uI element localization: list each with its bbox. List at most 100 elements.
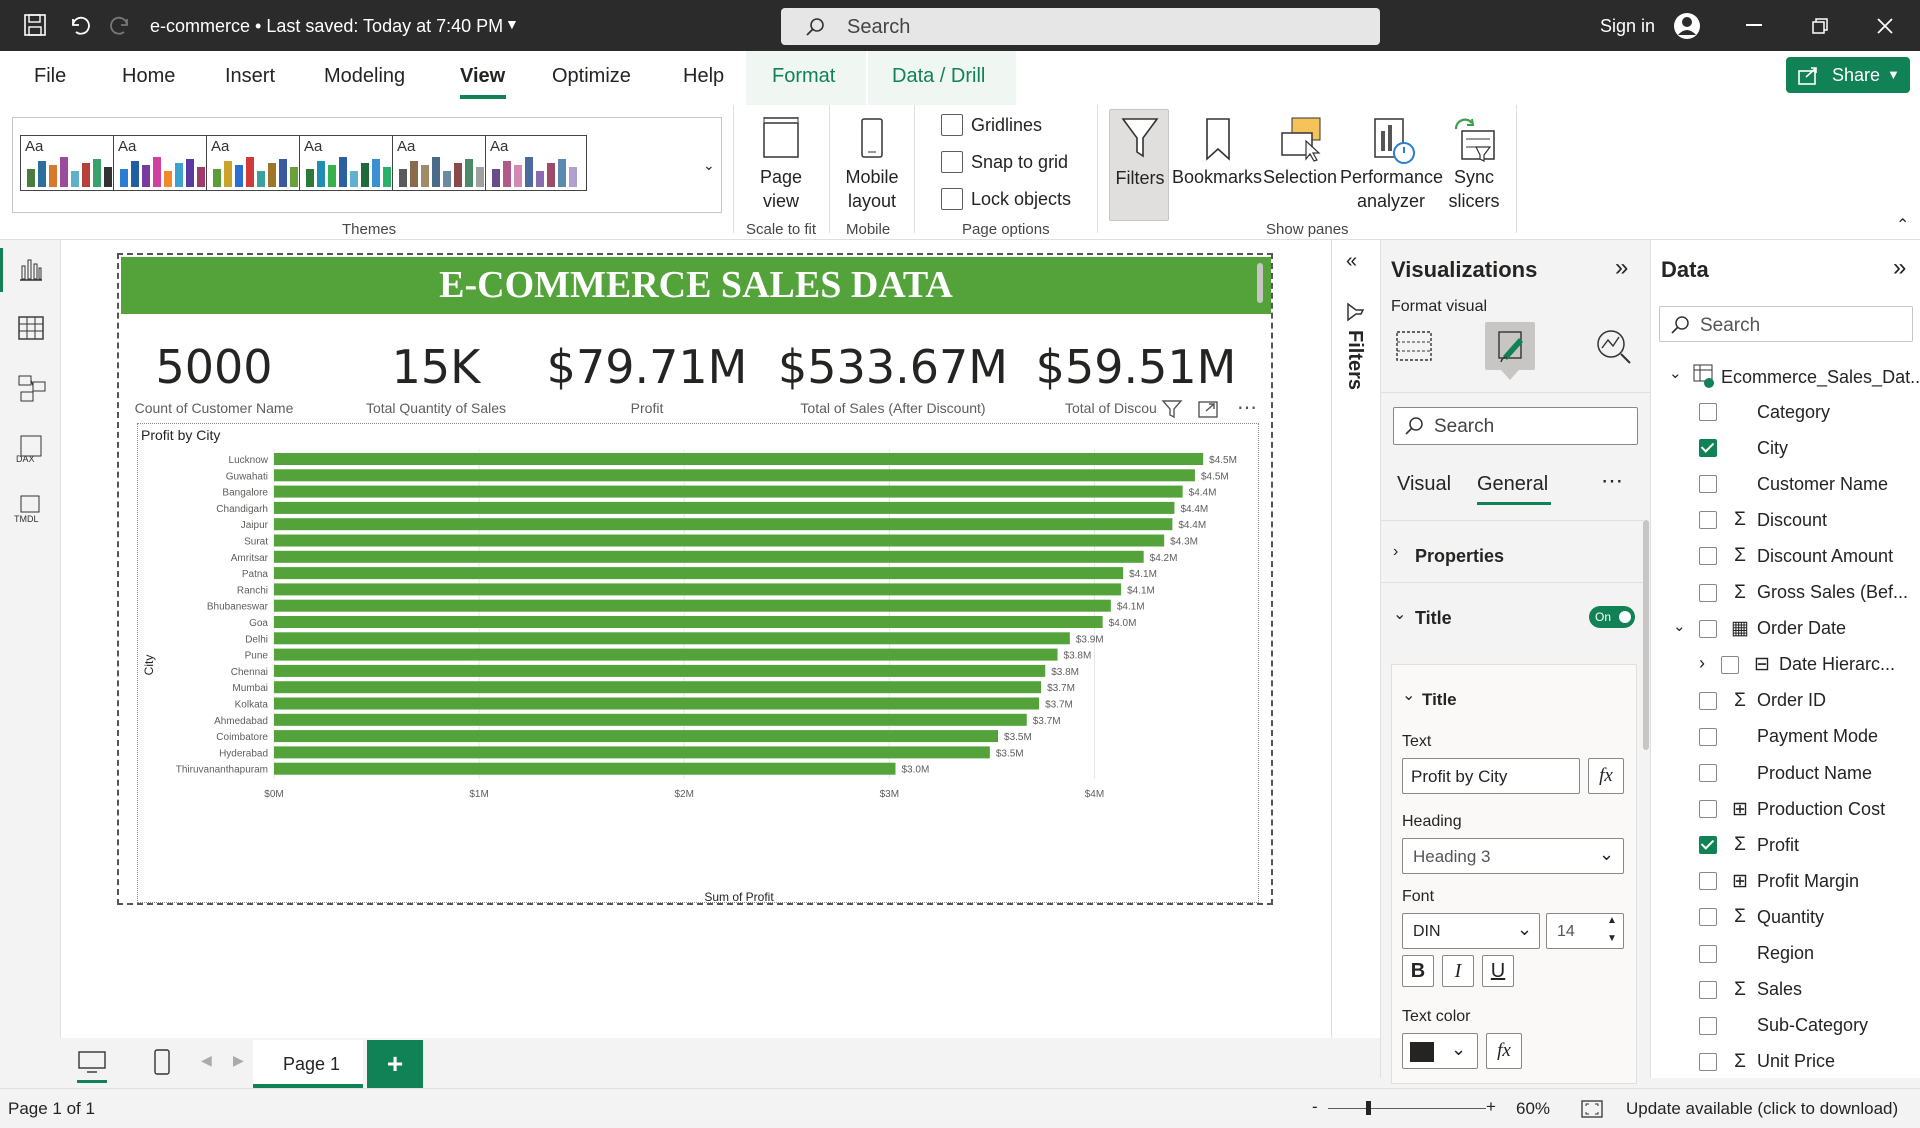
data-field-item[interactable]: Sub-Category — [1699, 1008, 1920, 1044]
desktop-layout-icon[interactable] — [77, 1050, 107, 1074]
redo-icon[interactable] — [110, 14, 132, 36]
kpi-card-customers[interactable]: 5000 Count of Customer Name — [129, 340, 299, 416]
title-text-input[interactable]: Profit by City — [1402, 758, 1580, 794]
data-field-item[interactable]: Σ Discount Amount — [1699, 538, 1920, 574]
chevron-down-icon[interactable]: ⌄ — [1393, 604, 1406, 624]
theme-thumbnail[interactable]: Aa — [113, 135, 215, 191]
scroll-left-icon[interactable]: ◀ — [201, 1052, 212, 1069]
theme-thumbnail[interactable]: Aa — [20, 135, 122, 191]
more-options-icon[interactable]: ⋯ — [1237, 395, 1257, 420]
chart-bar[interactable] — [274, 453, 1204, 465]
filters-pane-button[interactable]: Filters — [1109, 109, 1169, 221]
sync-slicers-button[interactable]: Sync slicers — [1440, 113, 1508, 213]
field-checkbox[interactable] — [1699, 872, 1717, 891]
kpi-card-quantity[interactable]: 15K Total Quantity of Sales — [341, 340, 531, 416]
banner-scroll-handle[interactable] — [1257, 263, 1263, 303]
zoom-in-icon[interactable]: + — [1486, 1097, 1496, 1117]
data-field-item[interactable]: Σ Quantity — [1699, 899, 1920, 935]
chevron-down-icon[interactable]: ▼ — [505, 16, 519, 32]
kpi-card-profit[interactable]: $79.71M Profit — [537, 340, 757, 416]
data-field-item[interactable]: Σ Gross Sales (Bef... — [1699, 575, 1920, 611]
chart-bar[interactable] — [274, 550, 1144, 563]
field-checkbox[interactable] — [1699, 439, 1717, 458]
chart-bar[interactable] — [274, 730, 999, 743]
menu-file[interactable]: File — [34, 65, 66, 88]
tmdl-view-icon[interactable]: TMDL — [13, 494, 47, 524]
data-field-item[interactable]: Σ Unit Price — [1699, 1044, 1920, 1080]
text-color-picker[interactable]: ⌄ — [1402, 1033, 1478, 1069]
chart-bar[interactable] — [274, 664, 1046, 677]
table-name[interactable]: Ecommerce_Sales_Dat... — [1721, 367, 1920, 388]
fit-to-page-icon[interactable] — [1580, 1099, 1604, 1119]
chart-bar[interactable] — [274, 713, 1027, 726]
selection-pane-button[interactable]: Selection — [1258, 113, 1342, 213]
data-field-item[interactable]: Σ Profit — [1699, 827, 1920, 863]
chart-bar[interactable] — [274, 501, 1175, 514]
field-checkbox[interactable] — [1699, 727, 1717, 746]
chart-bar[interactable] — [274, 632, 1070, 645]
conditional-format-button[interactable]: fx — [1486, 1033, 1522, 1069]
chevron-right-icon[interactable]: › — [1699, 653, 1705, 674]
bold-button[interactable]: B — [1402, 955, 1434, 987]
menu-insert[interactable]: Insert — [225, 65, 275, 88]
update-available-link[interactable]: Update available (click to download) — [1626, 1099, 1898, 1119]
zoom-slider[interactable] — [1328, 1108, 1486, 1109]
report-view-icon[interactable] — [18, 256, 44, 282]
field-checkbox[interactable] — [1699, 764, 1717, 782]
data-field-item[interactable]: City — [1699, 430, 1920, 466]
chart-bar[interactable] — [274, 567, 1124, 580]
chevron-down-icon[interactable]: ⌄ — [1669, 364, 1682, 382]
chart-bar[interactable] — [274, 485, 1183, 498]
chevron-down-icon[interactable]: ⌄ — [1402, 685, 1415, 705]
increment-icon[interactable]: ▲ — [1607, 915, 1617, 926]
analytics-icon[interactable] — [1595, 328, 1633, 364]
font-family-dropdown[interactable]: DIN ⌄ — [1402, 913, 1540, 949]
conditional-format-button[interactable]: fx — [1588, 758, 1624, 794]
chart-bar[interactable] — [274, 583, 1122, 596]
data-field-item[interactable]: Σ Sales — [1699, 972, 1920, 1008]
title-subsection[interactable]: Title — [1422, 690, 1457, 710]
heading-dropdown[interactable]: Heading 3 ⌄ — [1402, 838, 1624, 874]
theme-thumbnail[interactable]: Aa — [392, 135, 494, 191]
font-size-stepper[interactable]: 14 ▲ ▼ — [1546, 913, 1624, 949]
field-checkbox[interactable] — [1699, 944, 1717, 963]
restore-icon[interactable] — [1812, 18, 1828, 34]
data-field-item[interactable]: Product Name — [1699, 755, 1920, 791]
gridlines-checkbox[interactable] — [941, 114, 963, 136]
field-checkbox[interactable] — [1699, 1052, 1717, 1071]
chart-bar[interactable] — [274, 534, 1165, 547]
collapse-pane-icon[interactable]: » — [1893, 254, 1906, 282]
page-tab-1[interactable]: Page 1 — [253, 1040, 363, 1088]
tab-visual[interactable]: Visual — [1397, 473, 1451, 496]
mobile-layout-button[interactable]: Mobile layout — [836, 113, 908, 213]
field-checkbox[interactable] — [1699, 836, 1717, 855]
field-checkbox[interactable] — [1699, 475, 1717, 494]
format-visual-tab[interactable] — [1485, 322, 1535, 370]
chart-bar[interactable] — [274, 648, 1058, 661]
menu-modeling[interactable]: Modeling — [324, 65, 405, 88]
scroll-right-icon[interactable]: ▶ — [233, 1052, 244, 1069]
menu-help[interactable]: Help — [683, 65, 724, 88]
theme-thumbnail[interactable]: Aa — [206, 135, 308, 191]
zoom-slider-thumb[interactable] — [1366, 1101, 1371, 1115]
menu-optimize[interactable]: Optimize — [552, 65, 631, 88]
chart-bar[interactable] — [274, 599, 1111, 612]
kpi-card-total-sales[interactable]: $533.67M Total of Sales (After Discount) — [773, 340, 1013, 416]
data-field-item[interactable]: ⌄ ▦ Order Date — [1673, 611, 1920, 647]
field-checkbox[interactable] — [1699, 403, 1717, 421]
filters-pane-collapsed[interactable]: « Filters — [1331, 240, 1380, 1038]
chart-bar[interactable] — [274, 746, 990, 759]
underline-button[interactable]: U — [1482, 955, 1514, 987]
field-checkbox[interactable] — [1699, 980, 1717, 999]
decrement-icon[interactable]: ▼ — [1607, 933, 1617, 944]
undo-icon[interactable] — [68, 14, 90, 36]
chart-bar[interactable] — [274, 697, 1040, 710]
field-checkbox[interactable] — [1699, 800, 1717, 819]
title-section[interactable]: Title — [1415, 608, 1452, 629]
theme-thumbnail[interactable]: Aa — [299, 135, 401, 191]
mobile-layout-icon[interactable] — [153, 1048, 171, 1076]
data-field-item[interactable]: Customer Name — [1699, 466, 1920, 502]
collapse-pane-icon[interactable]: » — [1615, 254, 1628, 282]
zoom-out-icon[interactable]: - — [1312, 1097, 1318, 1117]
close-icon[interactable] — [1877, 18, 1893, 34]
